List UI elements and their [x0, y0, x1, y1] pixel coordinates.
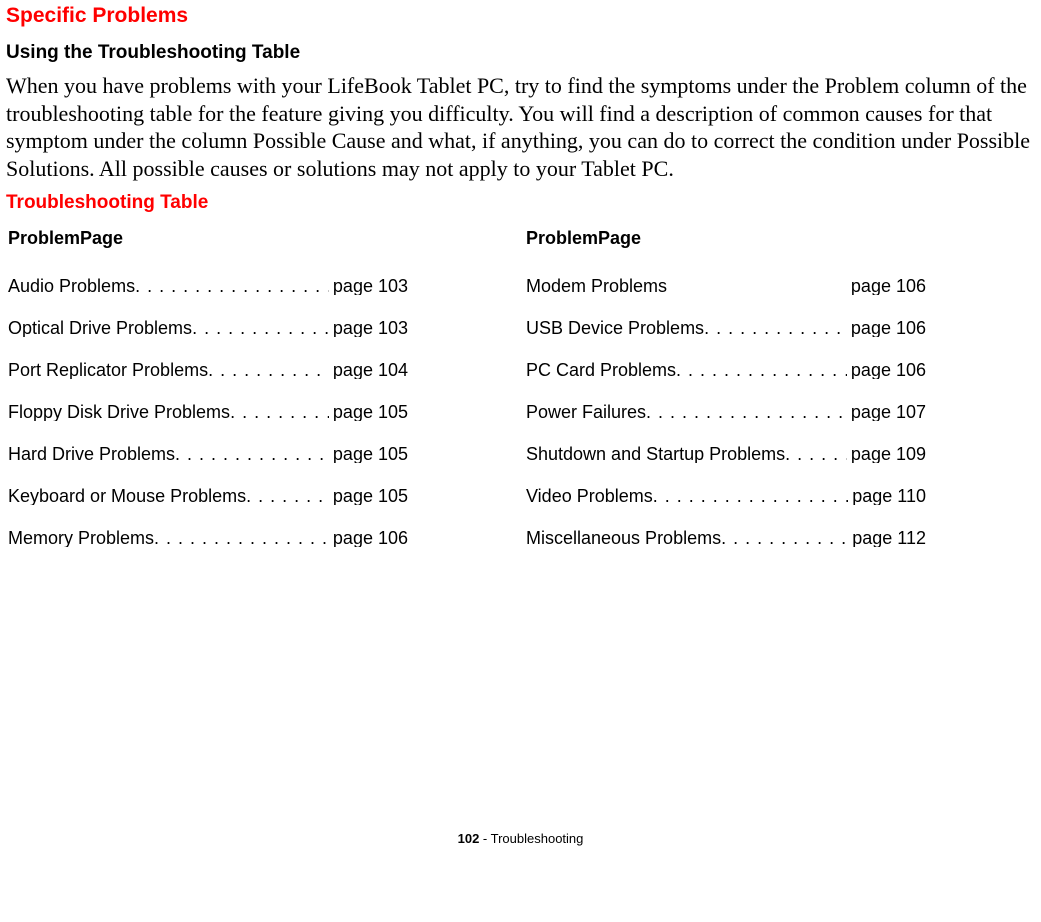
toc-entry: Optical Drive Problems page 103 — [8, 319, 408, 337]
toc-page-ref: page 103 — [329, 319, 408, 337]
toc-entry: Floppy Disk Drive Problems page 105 — [8, 403, 408, 421]
toc-label: Port Replicator Problems — [8, 361, 208, 379]
toc-leaders — [676, 361, 847, 379]
toc-leaders — [653, 487, 849, 505]
footer-section: Troubleshooting — [491, 831, 584, 846]
toc-label: Memory Problems — [8, 529, 154, 547]
toc-label: Floppy Disk Drive Problems — [8, 403, 230, 421]
toc-right-column: ProblemPage Modem Problems page 106 USB … — [526, 228, 926, 571]
column-header-left: ProblemPage — [8, 228, 408, 249]
toc-entry: Modem Problems page 106 — [526, 277, 926, 295]
toc-entry: Memory Problems page 106 — [8, 529, 408, 547]
toc-leaders — [646, 403, 847, 421]
toc-label: Keyboard or Mouse Problems — [8, 487, 246, 505]
toc-entry: Hard Drive Problems page 105 — [8, 445, 408, 463]
toc-leaders — [246, 487, 329, 505]
toc-label: PC Card Problems — [526, 361, 676, 379]
column-header-right: ProblemPage — [526, 228, 926, 249]
toc-page-ref: page 109 — [847, 445, 926, 463]
toc-entry: Keyboard or Mouse Problems page 105 — [8, 487, 408, 505]
subheading-using-table: Using the Troubleshooting Table — [6, 42, 1035, 64]
toc-leaders — [230, 403, 329, 421]
toc-leaders — [721, 529, 848, 547]
toc-entry: Port Replicator Problems page 104 — [8, 361, 408, 379]
toc-entry: Video Problems page 110 — [526, 487, 926, 505]
toc-leaders — [192, 319, 329, 337]
toc-entry: USB Device Problems page 106 — [526, 319, 926, 337]
toc-page-ref: page 103 — [329, 277, 408, 295]
toc-page-ref: page 106 — [847, 361, 926, 379]
footer-page-number: 102 — [458, 831, 480, 846]
toc-page-ref: page 112 — [848, 529, 926, 547]
toc-label: USB Device Problems — [526, 319, 704, 337]
toc-entry: Miscellaneous Problems page 112 — [526, 529, 926, 547]
toc-leaders — [667, 277, 847, 295]
body-paragraph: When you have problems with your LifeBoo… — [6, 72, 1035, 182]
section-heading-specific-problems: Specific Problems — [6, 4, 1035, 28]
page-footer: 102 - Troubleshooting — [6, 831, 1035, 856]
toc-page-ref: page 107 — [847, 403, 926, 421]
toc-leaders — [135, 277, 329, 295]
toc-label: Video Problems — [526, 487, 653, 505]
toc-page-ref: page 106 — [329, 529, 408, 547]
toc-entry: PC Card Problems page 106 — [526, 361, 926, 379]
toc-left-column: ProblemPage Audio Problems page 103 Opti… — [8, 228, 408, 571]
toc-label: Power Failures — [526, 403, 646, 421]
subheading-troubleshooting-table: Troubleshooting Table — [6, 192, 1035, 214]
toc-page-ref: page 104 — [329, 361, 408, 379]
toc-leaders — [785, 445, 847, 463]
footer-separator: - — [479, 831, 490, 846]
toc-leaders — [704, 319, 847, 337]
toc-label: Optical Drive Problems — [8, 319, 192, 337]
toc-leaders — [208, 361, 329, 379]
toc-label: Shutdown and Startup Problems — [526, 445, 785, 463]
toc-page-ref: page 105 — [329, 445, 408, 463]
toc-label: Hard Drive Problems — [8, 445, 175, 463]
toc-label: Modem Problems — [526, 277, 667, 295]
toc-entry: Power Failures page 107 — [526, 403, 926, 421]
toc-page-ref: page 105 — [329, 403, 408, 421]
toc-entry: Shutdown and Startup Problems page 109 — [526, 445, 926, 463]
document-page: Specific Problems Using the Troubleshoot… — [0, 4, 1041, 856]
toc-page-ref: page 106 — [847, 319, 926, 337]
toc-page-ref: page 106 — [847, 277, 926, 295]
troubleshooting-toc: ProblemPage Audio Problems page 103 Opti… — [6, 228, 1035, 571]
toc-leaders — [154, 529, 329, 547]
toc-leaders — [175, 445, 329, 463]
toc-label: Miscellaneous Problems — [526, 529, 721, 547]
toc-page-ref: page 105 — [329, 487, 408, 505]
toc-entry: Audio Problems page 103 — [8, 277, 408, 295]
toc-label: Audio Problems — [8, 277, 135, 295]
toc-page-ref: page 110 — [848, 487, 926, 505]
